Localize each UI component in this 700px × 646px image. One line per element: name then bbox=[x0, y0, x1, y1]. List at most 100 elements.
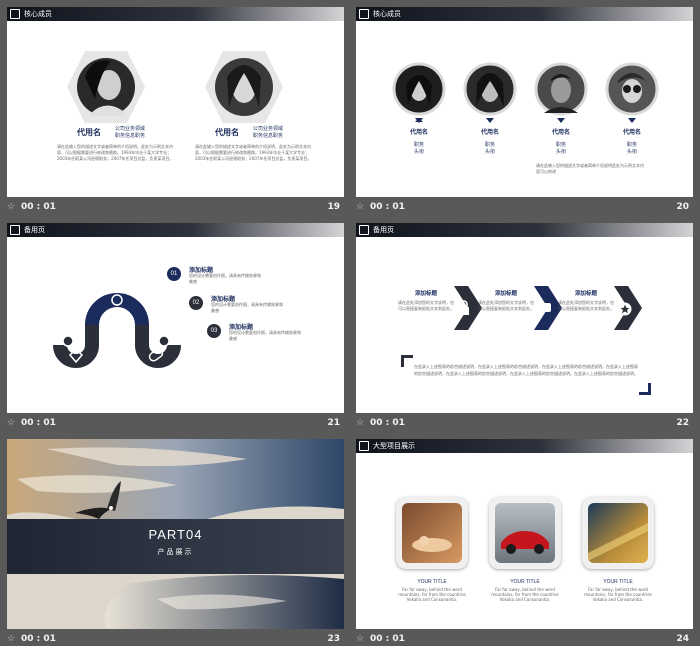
product-item-3: YOUR TITLE Far far away, behind the word… bbox=[582, 579, 654, 602]
slide-time: 00 : 01 bbox=[21, 202, 56, 212]
edit-icon bbox=[359, 9, 369, 19]
slide-19[interactable]: 核心成员 代用名 公司业务领域 职务信息职务 请在此输入您的描述文字或者简单的介… bbox=[7, 7, 344, 197]
slide-number: 24 bbox=[676, 634, 689, 644]
slide-time: 00 : 01 bbox=[21, 634, 56, 644]
product-item-2: YOUR TITLE Far far away, behind the word… bbox=[489, 579, 561, 602]
transition-icon: ☆ bbox=[7, 634, 16, 644]
bandage-icon bbox=[109, 317, 125, 332]
product-title: YOUR TITLE bbox=[417, 579, 447, 585]
member-desc-1: 请在此输入您的描述文字或者简单的介绍说明，此处为示例文本内容，可以根据需要进行修… bbox=[57, 144, 174, 161]
step-title: 添加标题 bbox=[574, 291, 597, 297]
slide-header-title: 大型项目展示 bbox=[373, 442, 415, 450]
slide-caption-20: ☆ 00 : 01 20 bbox=[356, 201, 693, 215]
step-3: 添加标题 请在此处添加您的文字说明，也可以直接复制粘贴文本到此处。 bbox=[558, 289, 614, 312]
product-card-3[interactable] bbox=[582, 497, 654, 569]
slide-header: 核心成员 bbox=[7, 7, 344, 21]
slide-time: 00 : 01 bbox=[370, 202, 405, 212]
member-col-2: 代用名 职务 头衔 bbox=[470, 127, 510, 156]
member-job: 职务 bbox=[484, 142, 495, 148]
member-role-a: 公司业务领域 bbox=[253, 126, 284, 132]
item-number: 02 bbox=[189, 296, 203, 310]
member-col-4: 代用名 职务 头衔 bbox=[612, 127, 652, 156]
corner-bracket-br bbox=[639, 383, 651, 395]
edit-icon bbox=[359, 441, 369, 451]
slide-caption-19: ☆ 00 : 01 19 bbox=[7, 201, 344, 215]
product-text: Far far away, behind the word mountains,… bbox=[584, 587, 652, 602]
member-desc: 请在此输入您的描述文字或者简单介绍说明此处为示例文本内容可以修改 bbox=[536, 163, 644, 174]
slide-time: 00 : 01 bbox=[370, 418, 405, 428]
edit-icon bbox=[10, 225, 20, 235]
step-title: 添加标题 bbox=[494, 291, 517, 297]
member-name-1: 代用名 bbox=[77, 128, 101, 137]
slide-caption-23: ☆ 00 : 01 23 bbox=[7, 633, 344, 646]
slide-24[interactable]: 大型项目展示 YOUR TITLE Far far away, behind t… bbox=[356, 439, 693, 629]
member-role-b: 职务信息职务 bbox=[115, 133, 146, 139]
item-text: 您的设计需要创作图，请具有传输效果和美感 bbox=[211, 302, 283, 313]
transition-icon: ☆ bbox=[356, 202, 365, 212]
slide-caption-21: ☆ 00 : 01 21 bbox=[7, 417, 344, 431]
member-job: 职务 bbox=[555, 142, 566, 148]
members-photos bbox=[392, 62, 659, 122]
slide-header: 大型项目展示 bbox=[356, 439, 693, 453]
edit-icon bbox=[10, 9, 20, 19]
body-text: 在此录入上述图表的综合描述说明，在此录入上述图表的综合描述说明，在此录入上述图表… bbox=[414, 364, 638, 376]
slide-header-title: 备用页 bbox=[373, 226, 394, 234]
product-card-1[interactable] bbox=[396, 497, 468, 569]
member-title: 头衔 bbox=[413, 149, 424, 155]
member-photo-2 bbox=[205, 51, 283, 123]
star-icon bbox=[618, 302, 632, 316]
step-1: 添加标题 请在此处添加您的文字说明，也可以直接复制粘贴文本到此处。 bbox=[398, 289, 454, 312]
slide-time: 00 : 01 bbox=[21, 418, 56, 428]
product-image-1 bbox=[402, 503, 462, 563]
product-item-1: YOUR TITLE Far far away, behind the word… bbox=[396, 579, 468, 602]
step-title: 添加标题 bbox=[414, 291, 437, 297]
product-title: YOUR TITLE bbox=[510, 579, 540, 585]
member-desc-2: 请在此输入您的描述文字或者简单的介绍说明，此处为示例文本内容，可以根据需要进行修… bbox=[195, 144, 312, 161]
member-name: 代用名 bbox=[551, 129, 570, 136]
slide-header: 备用页 bbox=[356, 223, 693, 237]
slide-time: 00 : 01 bbox=[370, 634, 405, 644]
member-role-a: 公司业务领域 bbox=[115, 126, 146, 132]
slide-22[interactable]: 备用页 添加标题 请在此处添加您的文字说明，也可以直接复制粘贴文本到此处。 添加… bbox=[356, 223, 693, 413]
corner-bracket-tl bbox=[401, 355, 413, 367]
member-col-1: 代用名 职务 头衔 bbox=[399, 127, 439, 156]
member-name: 代用名 bbox=[622, 129, 641, 136]
member-job: 职务 bbox=[626, 142, 637, 148]
slide-20[interactable]: 核心成员 代用名 职务 头衔 代用名 职务 头衔 代用名 职务 头衔 代用名 职… bbox=[356, 7, 693, 197]
item-text: 您的设计需要创作图，请具有传输效果和美感 bbox=[229, 330, 301, 341]
member-col-3: 代用名 职务 头衔 bbox=[541, 127, 581, 156]
member-title: 头衔 bbox=[626, 149, 637, 155]
transition-icon: ☆ bbox=[7, 202, 16, 212]
slide-header-title: 备用页 bbox=[24, 226, 45, 234]
item-text: 您的设计需要创作图，请具有传输效果和美感 bbox=[189, 273, 261, 284]
lock-icon bbox=[459, 300, 469, 315]
slide-header: 备用页 bbox=[7, 223, 344, 237]
product-image-3 bbox=[588, 503, 648, 563]
member-role-2: 公司业务领域 职务信息职务 bbox=[253, 126, 283, 140]
slide-header-title: 核心成员 bbox=[373, 10, 401, 18]
slide-caption-24: ☆ 00 : 01 24 bbox=[356, 633, 693, 646]
slide-21[interactable]: 备用页 01 添加标题 您的设计需要创作图，请具有传输效果和美感 02 添加标题… bbox=[7, 223, 344, 413]
product-image-2 bbox=[495, 503, 555, 563]
slide-number: 22 bbox=[676, 418, 689, 428]
part-subtitle: 产品展示 bbox=[157, 548, 194, 556]
slide-caption-22: ☆ 00 : 01 22 bbox=[356, 417, 693, 431]
member-name-2: 代用名 bbox=[215, 128, 239, 137]
member-role-1: 公司业务领域 职务信息职务 bbox=[115, 126, 145, 140]
product-card-2[interactable] bbox=[489, 497, 561, 569]
step-text: 请在此处添加您的文字说明，也可以直接复制粘贴文本到此处。 bbox=[478, 300, 534, 311]
step-text: 请在此处添加您的文字说明，也可以直接复制粘贴文本到此处。 bbox=[558, 300, 614, 311]
member-title: 头衔 bbox=[484, 149, 495, 155]
member-name: 代用名 bbox=[409, 129, 428, 136]
member-name: 代用名 bbox=[480, 129, 499, 136]
transition-icon: ☆ bbox=[356, 634, 365, 644]
member-role-b: 职务信息职务 bbox=[253, 133, 284, 139]
slide-header: 核心成员 bbox=[356, 7, 693, 21]
product-title: YOUR TITLE bbox=[603, 579, 633, 585]
member-photo-1 bbox=[67, 51, 145, 123]
arc-diagram bbox=[53, 293, 181, 368]
product-text: Far far away, behind the word mountains,… bbox=[491, 587, 559, 602]
slide-number: 19 bbox=[327, 202, 340, 212]
step-2: 添加标题 请在此处添加您的文字说明，也可以直接复制粘贴文本到此处。 bbox=[478, 289, 534, 312]
slide-23[interactable]: PART04 产品展示 bbox=[7, 439, 344, 629]
